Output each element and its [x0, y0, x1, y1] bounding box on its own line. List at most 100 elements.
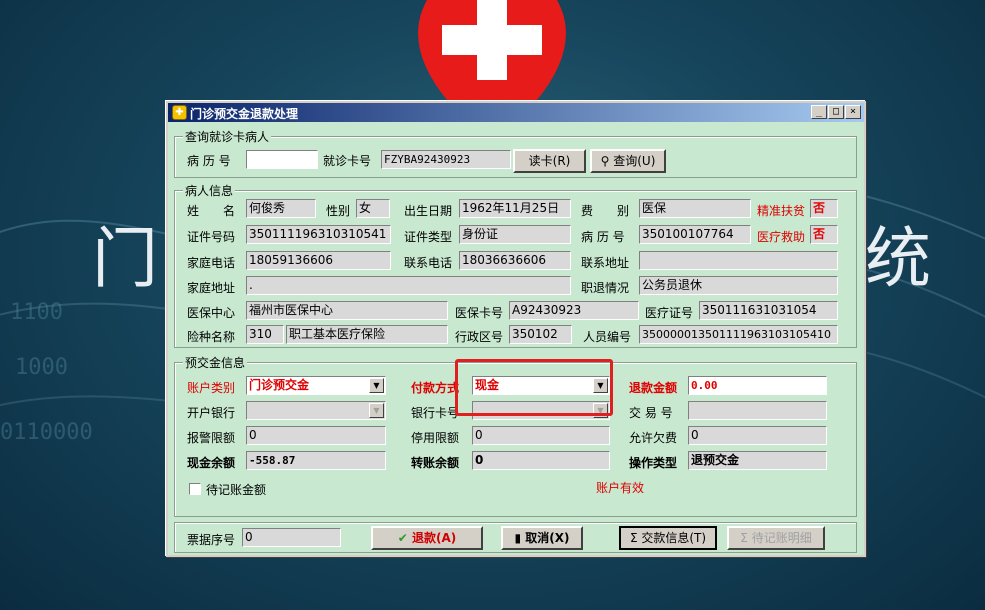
medical-aid-field: 否 — [810, 225, 838, 244]
poverty-field: 否 — [810, 199, 838, 218]
staff-number-field: 350000013501111963103105410 — [639, 325, 838, 344]
home-phone-field: 18059136606 — [246, 251, 391, 270]
medical-aid-label: 医疗救助 — [757, 230, 806, 244]
refund-button[interactable]: ✔ 退款(A) — [371, 526, 483, 550]
pending-detail-button-label: 待记账明细 — [751, 531, 812, 545]
home-address-label: 家庭地址 — [187, 281, 236, 295]
query-legend: 查询就诊卡病人 — [183, 128, 272, 145]
bank-select[interactable]: ▼ — [246, 401, 386, 420]
cancel-button-label: 取消(X) — [525, 531, 570, 545]
app-icon: ✚ — [172, 105, 187, 120]
read-card-button[interactable]: 读卡(R) — [513, 149, 586, 173]
cash-balance-field: -558.87 — [246, 451, 386, 470]
id-number-label: 证件号码 — [187, 230, 236, 244]
home-phone-label: 家庭电话 — [187, 256, 236, 270]
allow-arrears-field: 0 — [688, 426, 827, 445]
contact-phone-label: 联系电话 — [404, 256, 453, 270]
transfer-balance-field: 0 — [472, 451, 610, 470]
allow-arrears-label: 允许欠费 — [629, 431, 678, 445]
dob-label: 出生日期 — [404, 204, 453, 218]
sigma-icon: Σ — [629, 531, 638, 545]
close-button[interactable]: × — [845, 105, 861, 119]
job-status-field: 公务员退休 — [639, 276, 838, 295]
title-bar[interactable]: ✚ 门诊预交金退款处理 _ □ × — [168, 103, 864, 122]
contact-phone-field: 18036636606 — [459, 251, 571, 270]
deposit-legend: 预交金信息 — [183, 354, 248, 371]
account-type-value: 门诊预交金 — [249, 378, 310, 392]
red-cross-logo — [418, 0, 566, 100]
cancel-button[interactable]: ▮ 取消(X) — [501, 526, 583, 550]
highlight-box — [455, 359, 613, 416]
exit-door-icon: ▮ — [514, 531, 522, 545]
region-code-label: 行政区号 — [455, 330, 504, 344]
account-status-text: 账户有效 — [596, 481, 645, 495]
patient-legend: 病人信息 — [183, 182, 236, 199]
record-no-label: 病 历 号 — [187, 154, 231, 168]
insurance-card-field: A92430923 — [509, 301, 639, 320]
insurance-type-name-field: 职工基本医疗保险 — [286, 325, 448, 344]
sex-label: 性别 — [326, 204, 351, 218]
bank-label: 开户银行 — [187, 406, 236, 420]
name-field: 何俊秀 — [246, 199, 316, 218]
alarm-limit-label: 报警限额 — [187, 431, 236, 445]
refund-amount-label: 退款金额 — [629, 381, 678, 395]
ticket-number-label: 票据序号 — [187, 533, 236, 547]
payment-info-button[interactable]: Σ 交款信息(T) — [619, 526, 717, 550]
refund-dialog: ✚ 门诊预交金退款处理 _ □ × 查询就诊卡病人 病 历 号 就诊卡号 FZY… — [166, 101, 866, 557]
transfer-balance-label: 转账余额 — [411, 456, 460, 470]
contact-address-field — [639, 251, 838, 270]
fee-type-label: 费 别 — [581, 204, 630, 218]
chevron-down-icon[interactable]: ▼ — [369, 403, 384, 418]
payment-method-label: 付款方式 — [411, 381, 460, 395]
insurance-type-code-field: 310 — [246, 325, 284, 344]
sigma-icon: Σ — [740, 531, 748, 545]
record-no-input[interactable] — [246, 150, 318, 169]
query-button-label: 查询(U) — [613, 154, 656, 168]
job-status-label: 职退情况 — [581, 281, 630, 295]
fee-type-field: 医保 — [639, 199, 751, 218]
insurance-type-label: 险种名称 — [187, 330, 236, 344]
refund-amount-input[interactable]: 0.00 — [688, 376, 827, 395]
home-address-field: . — [246, 276, 571, 295]
query-button[interactable]: ⚲ 查询(U) — [590, 149, 666, 173]
binoculars-icon: ⚲ — [600, 154, 610, 168]
id-number-field: 350111196310310541 — [246, 225, 391, 244]
trade-number-label: 交 易 号 — [629, 406, 673, 420]
payment-info-button-label: 交款信息(T) — [641, 531, 707, 545]
account-type-label: 账户类别 — [187, 381, 236, 395]
medical-cert-field: 350111631031054 — [699, 301, 838, 320]
insurance-center-field: 福州市医保中心 — [246, 301, 448, 320]
id-type-label: 证件类型 — [404, 230, 453, 244]
background-title-right: 统 — [865, 220, 935, 297]
background-digits: 1100 — [10, 300, 63, 325]
background-digits: 0110000 — [0, 420, 93, 445]
insurance-card-label: 医保卡号 — [455, 306, 504, 320]
stop-limit-field: 0 — [472, 426, 610, 445]
patient-record-label: 病 历 号 — [581, 230, 625, 244]
pending-amount-checkbox[interactable] — [189, 483, 201, 495]
checkmark-icon: ✔ — [397, 531, 408, 545]
account-type-select[interactable]: 门诊预交金 ▼ — [246, 376, 386, 395]
name-label: 姓 名 — [187, 204, 236, 218]
card-no-input[interactable]: FZYBA92430923 — [381, 150, 511, 169]
minimize-button[interactable]: _ — [811, 105, 827, 119]
operation-type-label: 操作类型 — [629, 456, 678, 470]
pending-detail-button[interactable]: Σ 待记账明细 — [727, 526, 825, 550]
medical-cert-label: 医疗证号 — [645, 306, 694, 320]
cash-balance-label: 现金余额 — [187, 456, 236, 470]
window-title: 门诊预交金退款处理 — [190, 107, 299, 121]
insurance-center-label: 医保中心 — [187, 306, 236, 320]
alarm-limit-field: 0 — [246, 426, 386, 445]
poverty-label: 精准扶贫 — [757, 204, 806, 218]
bank-card-label: 银行卡号 — [411, 406, 460, 420]
dob-field: 1962年11月25日 — [459, 199, 571, 218]
patient-record-field: 350100107764 — [639, 225, 751, 244]
background-digits: 1000 — [15, 355, 68, 380]
region-code-field: 350102 — [509, 325, 572, 344]
maximize-button[interactable]: □ — [828, 105, 844, 119]
chevron-down-icon[interactable]: ▼ — [369, 378, 384, 393]
sex-field: 女 — [356, 199, 390, 218]
operation-type-field: 退预交金 — [688, 451, 827, 470]
background-title-left: 门 — [92, 220, 162, 297]
trade-number-field — [688, 401, 827, 420]
